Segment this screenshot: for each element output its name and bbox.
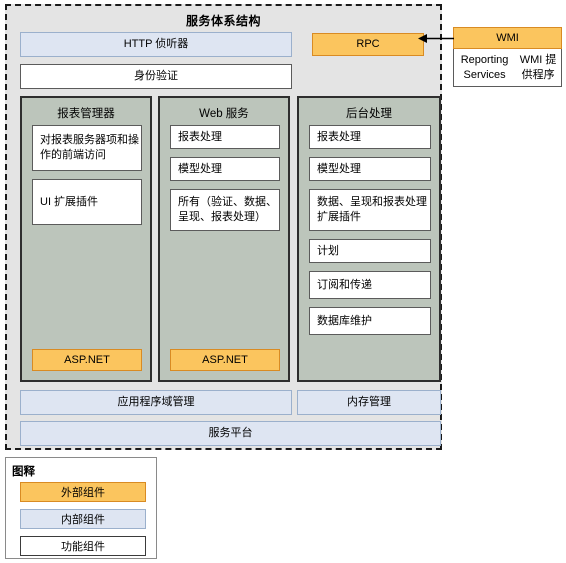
legend-item-external-component: 外部组件 — [20, 482, 146, 502]
background-processing-item: 数据库维护 — [309, 307, 431, 335]
http-listener-box: HTTP 侦听器 — [20, 32, 292, 57]
legend-item-feature-component: 功能组件 — [20, 536, 146, 556]
legend-item-internal-component: 内部组件 — [20, 509, 146, 529]
background-processing-item: 模型处理 — [309, 157, 431, 181]
report-manager-platform-aspnet: ASP.NET — [32, 349, 142, 371]
authentication-box: 身份验证 — [20, 64, 292, 89]
service-platform-box: 服务平台 — [20, 421, 441, 446]
tier-background-processing-title: 后台处理 — [346, 108, 392, 120]
tier-report-manager: 报表管理器 对报表服务器项和操作的前端访问 UI 扩展插件 ASP.NET — [20, 96, 152, 382]
wmi-to-rpc-arrow-icon — [418, 34, 454, 43]
report-manager-item: 对报表服务器项和操作的前端访问 — [32, 125, 142, 171]
web-service-item: 模型处理 — [170, 157, 280, 181]
web-service-platform-aspnet: ASP.NET — [170, 349, 280, 371]
appdomain-management-box: 应用程序域管理 — [20, 390, 292, 415]
wmi-box: WMI — [453, 27, 562, 49]
background-processing-item: 报表处理 — [309, 125, 431, 149]
web-service-item: 报表处理 — [170, 125, 280, 149]
wmi-provider-line-1: Reporting Services — [460, 53, 509, 81]
background-processing-item: 计划 — [309, 239, 431, 263]
tier-report-manager-title: 报表管理器 — [57, 108, 115, 120]
legend-title: 图释 — [12, 466, 35, 478]
tier-web-service-title: Web 服务 — [199, 108, 249, 120]
wmi-group: WMI Reporting Services WMI 提供程序 — [453, 27, 562, 87]
tier-web-service: Web 服务 报表处理 模型处理 所有（验证、数据、呈现、报表处理） ASP.N… — [158, 96, 290, 382]
background-processing-item: 订阅和传递 — [309, 271, 431, 299]
report-manager-item: UI 扩展插件 — [32, 179, 142, 225]
tier-background-processing: 后台处理 报表处理 模型处理 数据、呈现和报表处理扩展插件 计划 订阅和传递 数… — [297, 96, 441, 382]
background-processing-item: 数据、呈现和报表处理扩展插件 — [309, 189, 431, 231]
wmi-provider-box: Reporting Services WMI 提供程序 — [453, 49, 562, 87]
legend-panel: 图释 外部组件 内部组件 功能组件 — [5, 457, 157, 559]
web-service-item: 所有（验证、数据、呈现、报表处理） — [170, 189, 280, 231]
rpc-box: RPC — [312, 33, 424, 56]
diagram-title: 服务体系结构 — [185, 14, 261, 28]
memory-management-box: 内存管理 — [297, 390, 441, 415]
service-architecture-container: 服务体系结构 HTTP 侦听器 RPC 身份验证 报表管理器 对报表服务器项和操… — [5, 4, 442, 450]
wmi-provider-line-2: WMI 提供程序 — [519, 53, 557, 81]
